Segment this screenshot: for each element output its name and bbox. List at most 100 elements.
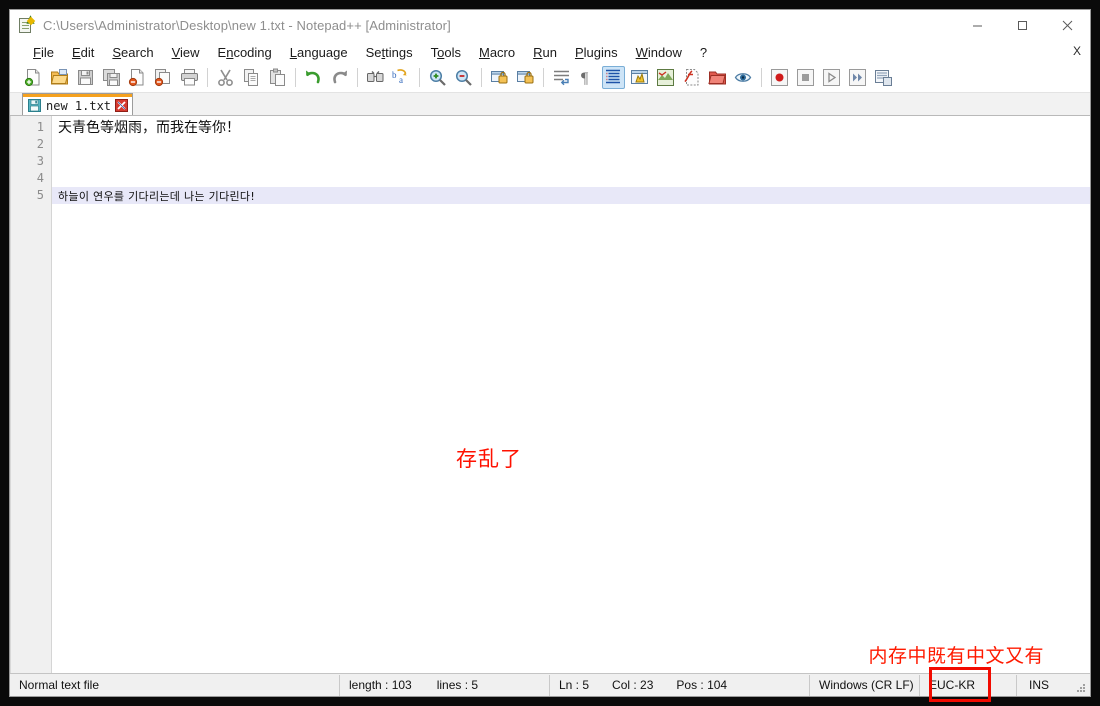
print-icon[interactable] <box>178 66 201 89</box>
tab-label: new 1.txt <box>46 98 112 113</box>
toolbar-separator <box>419 68 420 87</box>
line-number: 2 <box>36 137 44 151</box>
redo-icon[interactable] <box>328 66 351 89</box>
toolbar: b a ¶ <box>10 63 1090 93</box>
line-number: 3 <box>36 154 44 168</box>
word-wrap-icon[interactable] <box>550 66 573 89</box>
editor-line-text: 天青色等烟雨，而我在等你！ <box>58 120 240 136</box>
close-file-icon[interactable] <box>126 66 149 89</box>
sync-vertical-scroll-icon[interactable] <box>488 66 511 89</box>
editor-line-text <box>52 154 58 170</box>
menu-item-edit[interactable]: Edit <box>63 43 103 62</box>
status-ln: Ln : 5 <box>559 678 590 692</box>
status-doc-type: Normal text file <box>10 674 340 696</box>
status-col: Col : 23 <box>612 678 654 692</box>
status-bar: Normal text file length : 103 lines : 5 … <box>10 667 1090 702</box>
status-caret-position: Ln : 5 Col : 23 Pos : 104 <box>550 674 810 696</box>
editor-line-text: 하늘이 연우를 기다리는데 나는 기다린다! <box>58 190 256 203</box>
editor-line-text <box>52 171 58 187</box>
line-number: 4 <box>36 171 44 185</box>
toolbar-separator <box>761 68 762 87</box>
new-file-icon[interactable] <box>22 66 45 89</box>
line-number-gutter: 1 2 3 4 5 <box>11 116 52 673</box>
editor-line-text <box>52 137 58 153</box>
status-length-lines: length : 103 lines : 5 <box>340 674 550 696</box>
status-pos: Pos : 104 <box>676 678 728 692</box>
toolbar-separator <box>481 68 482 87</box>
undo-icon[interactable] <box>302 66 325 89</box>
document-monitor-icon[interactable] <box>732 66 755 89</box>
annotation-center-note: 存乱了 <box>456 447 522 471</box>
close-document-x-icon[interactable]: X <box>1073 44 1081 58</box>
line-number: 5 <box>36 188 44 202</box>
menu-item-plugins[interactable]: Plugins <box>566 43 627 62</box>
macro-play-icon[interactable] <box>820 66 843 89</box>
editor-line-current[interactable]: 하늘이 연우를 기다리는데 나는 기다린다! <box>52 187 1090 204</box>
folder-as-workspace-icon[interactable] <box>706 66 729 89</box>
menu-item-tools[interactable]: Tools <box>422 43 470 62</box>
find-icon[interactable] <box>364 66 387 89</box>
macro-stop-icon[interactable] <box>794 66 817 89</box>
notepad-plus-plus-window: C:\Users\Administrator\Desktop\new 1.txt… <box>9 9 1091 702</box>
text-content[interactable]: 天青色等烟雨，而我在等你！ 하늘이 연우를 기다리는데 나는 기다린다! <box>52 116 1090 673</box>
menu-item-run[interactable]: Run <box>524 43 566 62</box>
resize-grip-icon[interactable] <box>1075 682 1087 694</box>
menu-item-window[interactable]: Window <box>627 43 691 62</box>
macro-run-multiple-icon[interactable] <box>846 66 869 89</box>
paste-icon[interactable] <box>266 66 289 89</box>
editor-line[interactable] <box>52 170 1090 187</box>
minimize-icon[interactable] <box>955 10 1000 41</box>
close-icon[interactable] <box>1045 10 1090 41</box>
annotation-corner-note: 内存中既有中文又有 韩文，用韩文编码存 入硬盘，再次打开该 文件，中文会乱码 <box>868 645 1044 667</box>
menu-item-language[interactable]: Language <box>281 43 357 62</box>
status-eol-format[interactable]: Windows (CR LF) <box>810 674 920 696</box>
macro-save-icon[interactable] <box>872 66 895 89</box>
save-floppy-icon <box>28 99 41 112</box>
sync-horizontal-scroll-icon[interactable] <box>514 66 537 89</box>
editor-line[interactable]: 天青色等烟雨，而我在等你！ <box>52 119 1090 136</box>
title-bar: C:\Users\Administrator\Desktop\new 1.txt… <box>10 10 1090 41</box>
toolbar-separator <box>207 68 208 87</box>
menu-item-view[interactable]: View <box>163 43 209 62</box>
copy-icon[interactable] <box>240 66 263 89</box>
show-all-characters-icon[interactable]: ¶ <box>576 66 599 89</box>
toolbar-separator <box>543 68 544 87</box>
cut-icon[interactable] <box>214 66 237 89</box>
status-encoding[interactable]: EUC-KR <box>920 674 1017 696</box>
function-list-icon[interactable] <box>680 66 703 89</box>
zoom-in-icon[interactable] <box>426 66 449 89</box>
window-controls <box>955 10 1090 41</box>
open-file-icon[interactable] <box>48 66 71 89</box>
notepad-plus-plus-icon <box>18 17 35 34</box>
save-icon[interactable] <box>74 66 97 89</box>
toolbar-separator <box>295 68 296 87</box>
user-defined-dialog-icon[interactable] <box>628 66 651 89</box>
zoom-out-icon[interactable] <box>452 66 475 89</box>
svg-text:¶: ¶ <box>581 70 589 87</box>
status-insert-mode[interactable]: INS <box>1017 675 1062 696</box>
editor-line[interactable] <box>52 153 1090 170</box>
editor-area[interactable]: 1 2 3 4 5 天青色等烟雨，而我在等你！ 하늘이 연우를 기다리는데 나는… <box>10 116 1090 673</box>
menu-item-encoding[interactable]: Encoding <box>209 43 281 62</box>
menu-item-file[interactable]: File <box>24 43 63 62</box>
svg-text:a: a <box>399 75 403 85</box>
menu-item-settings[interactable]: Settings <box>357 43 422 62</box>
replace-icon[interactable]: b a <box>390 66 413 89</box>
document-map-icon[interactable] <box>654 66 677 89</box>
tab-new-1-txt[interactable]: new 1.txt <box>22 93 134 115</box>
save-all-icon[interactable] <box>100 66 123 89</box>
menu-item-help[interactable]: ? <box>691 43 716 62</box>
maximize-icon[interactable] <box>1000 10 1045 41</box>
line-number: 1 <box>36 120 44 134</box>
indent-guide-icon[interactable] <box>602 66 625 89</box>
menu-item-macro[interactable]: Macro <box>470 43 524 62</box>
svg-text:b: b <box>392 70 397 80</box>
tab-close-icon[interactable] <box>115 99 129 112</box>
status-lines: lines : 5 <box>436 678 479 692</box>
macro-record-icon[interactable] <box>768 66 791 89</box>
menu-bar: File Edit Search View Encoding Language … <box>10 41 1090 63</box>
editor-line[interactable] <box>52 136 1090 153</box>
menu-item-search[interactable]: Search <box>103 43 162 62</box>
window-title: C:\Users\Administrator\Desktop\new 1.txt… <box>43 18 451 33</box>
close-all-files-icon[interactable] <box>152 66 175 89</box>
